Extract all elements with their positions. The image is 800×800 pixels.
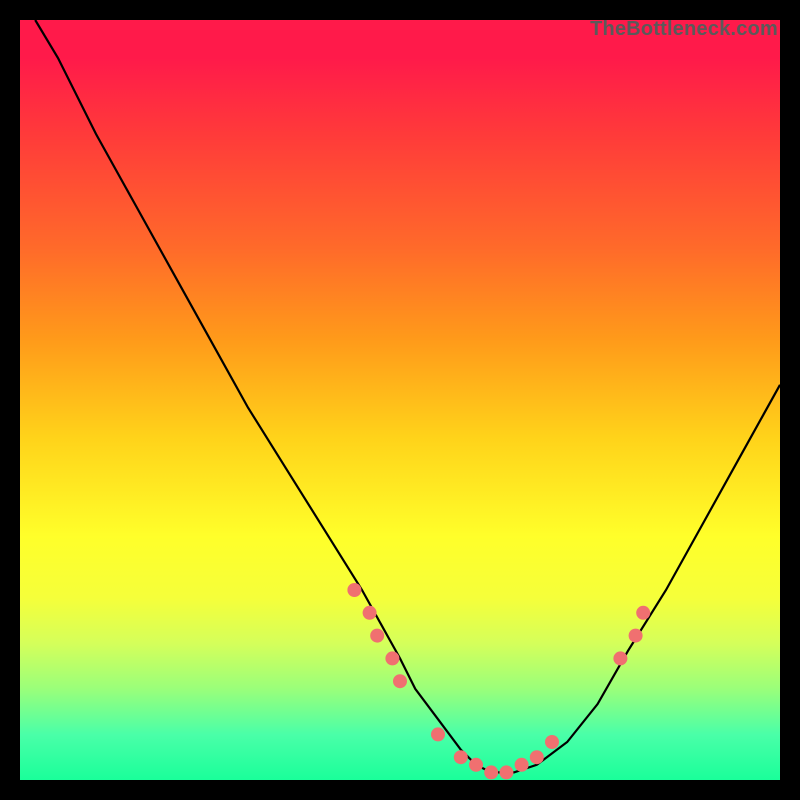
data-point	[629, 629, 643, 643]
data-markers	[347, 583, 650, 779]
plot-area: TheBottleneck.com	[20, 20, 780, 780]
bottleneck-curve	[35, 20, 780, 772]
data-point	[484, 765, 498, 779]
data-point	[636, 606, 650, 620]
chart-svg	[20, 20, 780, 780]
data-point	[431, 727, 445, 741]
data-point	[393, 674, 407, 688]
chart-frame: TheBottleneck.com	[0, 0, 800, 800]
data-point	[515, 758, 529, 772]
data-point	[530, 750, 544, 764]
data-point	[363, 606, 377, 620]
data-point	[545, 735, 559, 749]
data-point	[499, 765, 513, 779]
data-point	[469, 758, 483, 772]
data-point	[454, 750, 468, 764]
data-point	[347, 583, 361, 597]
data-point	[370, 629, 384, 643]
data-point	[385, 651, 399, 665]
data-point	[613, 651, 627, 665]
